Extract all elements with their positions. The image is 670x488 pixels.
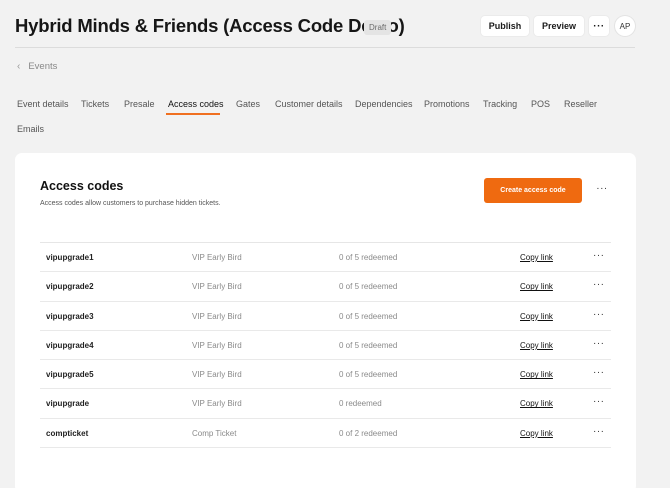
panel-subtitle: Access codes allow customers to purchase…	[40, 200, 221, 207]
tab-promotions[interactable]: Promotions	[424, 99, 470, 109]
back-to-events-link[interactable]: ‹ Events	[17, 61, 57, 72]
ticket-type: VIP Early Bird	[192, 370, 242, 380]
tab-dependencies[interactable]: Dependencies	[355, 99, 413, 109]
row-more-button[interactable]: ···	[593, 367, 605, 378]
code-name: vipupgrade2	[46, 282, 94, 292]
ticket-type: VIP Early Bird	[192, 282, 242, 292]
tab-access-codes[interactable]: Access codes	[168, 99, 224, 109]
tab-tickets[interactable]: Tickets	[81, 99, 109, 109]
code-name: vipupgrade5	[46, 370, 94, 380]
redeemed-count: 0 redeemed	[339, 399, 382, 409]
row-more-button[interactable]: ···	[593, 250, 605, 261]
tab-emails[interactable]: Emails	[17, 124, 44, 134]
redeemed-count: 0 of 5 redeemed	[339, 282, 398, 292]
tab-presale[interactable]: Presale	[124, 99, 155, 109]
code-name: compticket	[46, 428, 89, 438]
copy-link[interactable]: Copy link	[520, 341, 553, 350]
tab-reseller[interactable]: Reseller	[564, 99, 597, 109]
copy-link[interactable]: Copy link	[520, 253, 553, 262]
table-row: vipupgrade VIP Early Bird 0 redeemed Cop…	[40, 389, 611, 419]
redeemed-count: 0 of 2 redeemed	[339, 428, 398, 438]
copy-link[interactable]: Copy link	[520, 429, 553, 438]
copy-link[interactable]: Copy link	[520, 370, 553, 379]
page-title: Hybrid Minds & Friends (Access Code Demo…	[15, 15, 405, 36]
panel-title: Access codes	[40, 179, 124, 193]
ticket-type: Comp Ticket	[192, 428, 237, 438]
redeemed-count: 0 of 5 redeemed	[339, 370, 398, 380]
active-tab-indicator	[166, 113, 220, 115]
table-row: vipupgrade3 VIP Early Bird 0 of 5 redeem…	[40, 302, 611, 331]
create-access-code-button[interactable]: Create access code	[484, 178, 582, 203]
table-row: vipupgrade2 VIP Early Bird 0 of 5 redeem…	[40, 272, 611, 302]
panel-more-button[interactable]: ···	[593, 183, 611, 197]
copy-link[interactable]: Copy link	[520, 282, 553, 291]
ticket-type: VIP Early Bird	[192, 253, 242, 262]
row-more-button[interactable]: ···	[593, 338, 605, 349]
row-more-button[interactable]: ···	[593, 279, 605, 290]
tab-gates[interactable]: Gates	[236, 99, 260, 109]
chevron-left-icon: ‹	[17, 61, 21, 72]
access-codes-panel: Access codes Access codes allow customer…	[15, 153, 636, 488]
row-more-button[interactable]: ···	[593, 309, 605, 320]
copy-link[interactable]: Copy link	[520, 399, 553, 408]
table-row: compticket Comp Ticket 0 of 2 redeemed C…	[40, 419, 611, 449]
table-row: vipupgrade5 VIP Early Bird 0 of 5 redeem…	[40, 360, 611, 390]
code-name: vipupgrade1	[46, 253, 94, 262]
redeemed-count: 0 of 5 redeemed	[339, 311, 398, 321]
publish-button[interactable]: Publish	[481, 16, 529, 36]
row-more-button[interactable]: ···	[593, 426, 605, 437]
ticket-type: VIP Early Bird	[192, 399, 242, 409]
page-header: Hybrid Minds & Friends (Access Code Demo…	[15, 12, 635, 48]
tab-event-details[interactable]: Event details	[17, 99, 69, 109]
ticket-type: VIP Early Bird	[192, 340, 242, 350]
tab-tracking[interactable]: Tracking	[483, 99, 517, 109]
table-row: vipupgrade1 VIP Early Bird 0 of 5 redeem…	[40, 243, 611, 273]
tab-pos[interactable]: POS	[531, 99, 550, 109]
code-name: vipupgrade	[46, 399, 90, 409]
access-codes-table: vipupgrade1 VIP Early Bird 0 of 5 redeem…	[40, 242, 611, 449]
code-name: vipupgrade4	[46, 340, 94, 350]
status-badge: Draft	[364, 20, 392, 35]
redeemed-count: 0 of 5 redeemed	[339, 340, 398, 350]
more-options-button[interactable]: ···	[589, 16, 609, 36]
row-more-button[interactable]: ···	[593, 396, 605, 407]
avatar[interactable]: AP	[615, 16, 635, 36]
copy-link[interactable]: Copy link	[520, 312, 553, 321]
code-name: vipupgrade3	[46, 311, 94, 321]
table-row: vipupgrade4 VIP Early Bird 0 of 5 redeem…	[40, 331, 611, 361]
ticket-type: VIP Early Bird	[192, 311, 242, 321]
back-label: Events	[28, 61, 58, 72]
preview-button[interactable]: Preview	[534, 16, 584, 36]
tab-customer-details[interactable]: Customer details	[275, 99, 343, 109]
redeemed-count: 0 of 5 redeemed	[339, 253, 398, 262]
